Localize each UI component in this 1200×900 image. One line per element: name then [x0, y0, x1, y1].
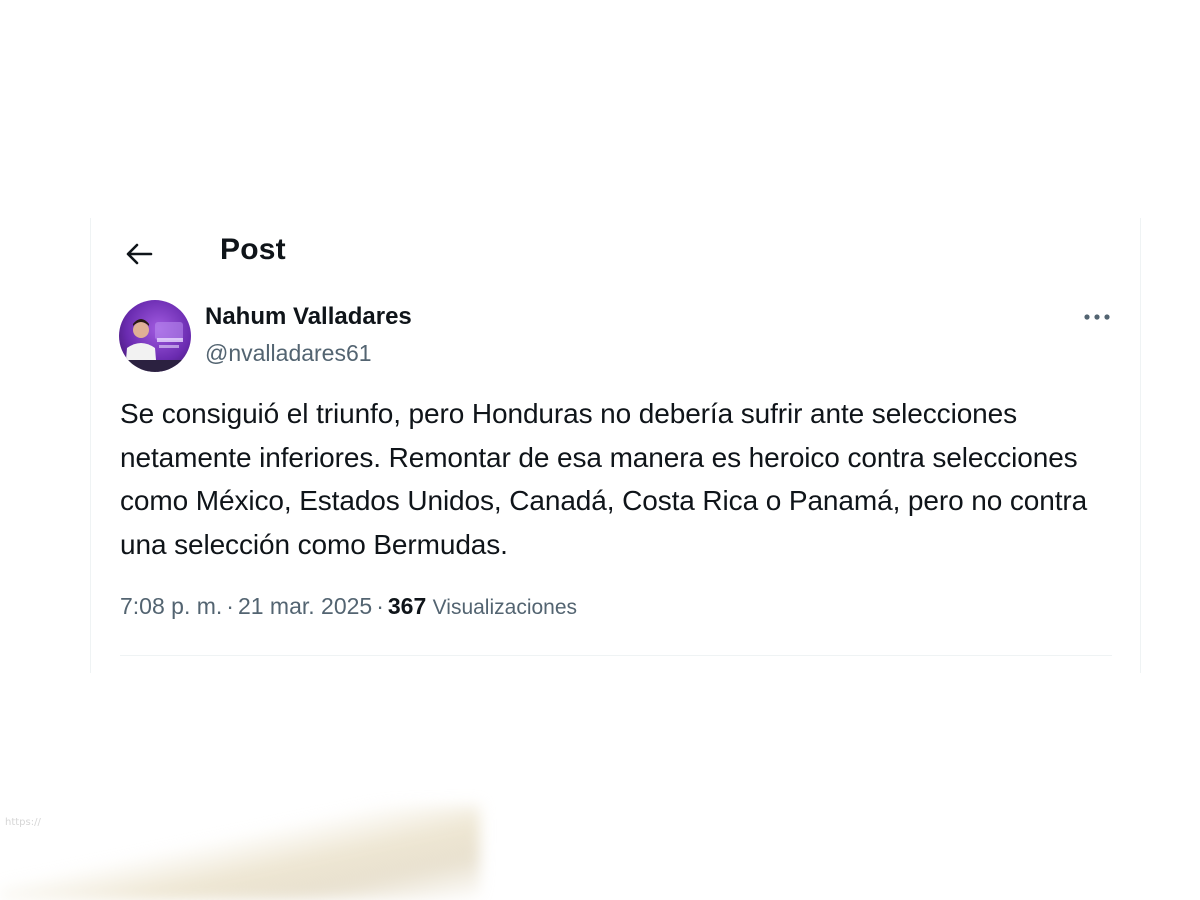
- profile-photo: [119, 300, 191, 372]
- author-handle[interactable]: @nvalladares61: [205, 339, 372, 367]
- separator-dot: ·: [226, 593, 234, 619]
- background-blur: [0, 805, 480, 900]
- post-card: Post Nahum Valladares @nvalladares61 Se …: [90, 218, 1141, 673]
- back-button[interactable]: [121, 236, 157, 272]
- post-date[interactable]: 21 mar. 2025: [238, 593, 372, 619]
- arrow-left-icon: [126, 243, 153, 265]
- post-time[interactable]: 7:08 p. m.: [120, 593, 222, 619]
- post-meta: 7:08 p. m. · 21 mar. 2025 · 367 Visualizacio…: [120, 591, 577, 623]
- post-text: Se consiguió el triunfo, pero Honduras n…: [120, 398, 1088, 560]
- divider: [120, 655, 1112, 656]
- avatar[interactable]: [119, 300, 191, 372]
- page-title: Post: [220, 233, 286, 266]
- separator-dot: ·: [376, 593, 384, 619]
- views-count: 367: [387, 593, 427, 619]
- author-name[interactable]: Nahum Valladares: [205, 302, 412, 332]
- views-label: Visualizaciones: [432, 596, 578, 619]
- more-options-button[interactable]: [1077, 302, 1117, 332]
- ellipsis-horizontal-icon: [1084, 314, 1110, 320]
- source-caption: https://: [5, 817, 41, 828]
